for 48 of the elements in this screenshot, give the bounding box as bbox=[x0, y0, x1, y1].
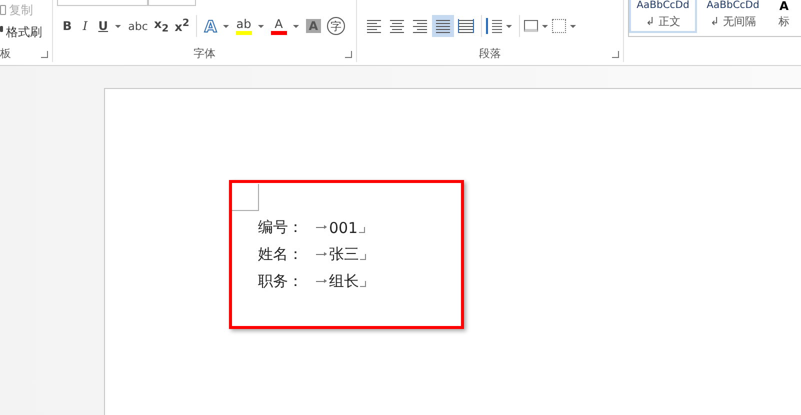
underline-button[interactable]: U bbox=[95, 15, 112, 37]
paragraph-mark-icon bbox=[360, 280, 366, 286]
font-size-field[interactable] bbox=[148, 0, 196, 6]
group-label: 字体 bbox=[194, 48, 216, 60]
alignment-icon bbox=[389, 19, 406, 33]
caret-icon[interactable] bbox=[292, 24, 299, 28]
caret-icon[interactable] bbox=[570, 24, 576, 28]
dialog-launcher-icon[interactable] bbox=[345, 51, 352, 58]
dialog-launcher-icon[interactable] bbox=[41, 51, 48, 58]
field-label: 职务： bbox=[258, 272, 304, 291]
text-effects-button[interactable]: A bbox=[202, 15, 219, 37]
copy-icon bbox=[0, 5, 6, 15]
style-item[interactable]: AaBbCcDd ↲ 无间隔 bbox=[699, 0, 767, 34]
field-value: 张三 bbox=[329, 245, 359, 264]
strikethrough-button[interactable]: abc bbox=[126, 15, 150, 37]
field-label: 编号： bbox=[258, 218, 304, 237]
format-painter-button[interactable]: 格式刷 bbox=[0, 24, 42, 40]
margin-corner-mark bbox=[232, 184, 259, 211]
line-spacing-icon[interactable] bbox=[486, 18, 502, 34]
borders-icon[interactable] bbox=[552, 19, 566, 33]
justify-button[interactable] bbox=[432, 15, 454, 37]
script-button[interactable]: x$^{2}$ bbox=[172, 15, 192, 37]
alignment-icon bbox=[435, 19, 452, 33]
group-label: 板 bbox=[0, 48, 11, 60]
field-label: 姓名： bbox=[258, 245, 304, 264]
paragraph-mark-icon bbox=[358, 226, 365, 232]
alignment-icon bbox=[412, 19, 428, 33]
group-label: 段落 bbox=[479, 48, 502, 60]
alignment-icon bbox=[458, 19, 474, 33]
color-button[interactable]: ab bbox=[234, 15, 254, 37]
color-button[interactable]: A bbox=[268, 15, 289, 37]
caret-icon[interactable] bbox=[506, 24, 512, 28]
caret-icon[interactable] bbox=[115, 24, 122, 28]
italic-button[interactable]: I bbox=[77, 15, 94, 37]
bold-button[interactable]: B bbox=[59, 15, 76, 37]
style-item[interactable]: A 标 bbox=[769, 0, 799, 34]
field-value: 001 bbox=[329, 218, 358, 236]
dialog-launcher-icon[interactable] bbox=[612, 51, 619, 58]
field-value: 组长 bbox=[329, 272, 359, 291]
alignment-icon bbox=[366, 19, 382, 33]
caret-icon[interactable] bbox=[222, 24, 229, 28]
font-name-field[interactable] bbox=[57, 0, 148, 6]
caret-icon[interactable] bbox=[542, 24, 548, 28]
script-button[interactable]: x$_{2}$ bbox=[152, 15, 171, 37]
style-item[interactable]: AaBbCcDd ↲ 正文 bbox=[629, 0, 697, 33]
paragraph-mark-icon bbox=[360, 254, 366, 260]
enclose-character-button[interactable]: 字 bbox=[325, 15, 348, 37]
caret-icon[interactable] bbox=[258, 24, 264, 28]
